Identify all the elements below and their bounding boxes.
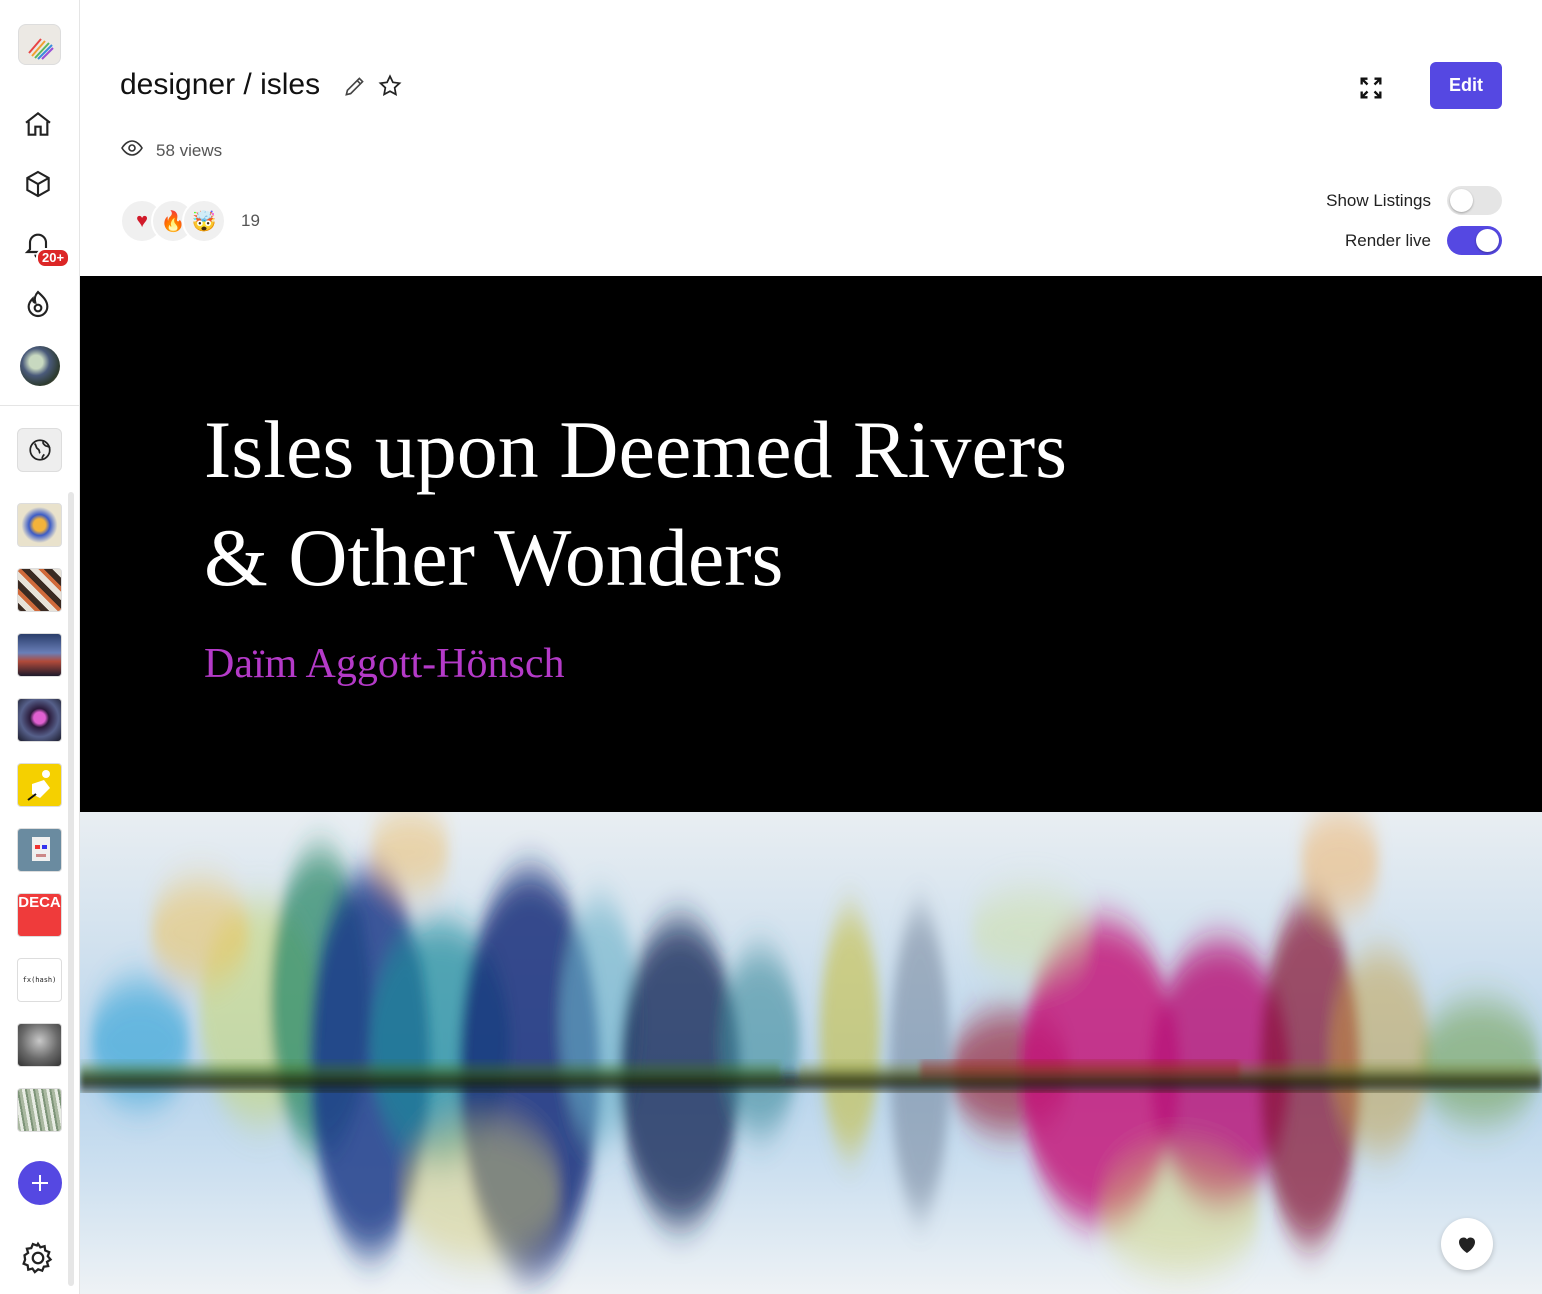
project-thumbnail-fxhash[interactable]: fx(hash)	[17, 958, 62, 1002]
artwork-title-line-2: & Other Wonders	[204, 512, 784, 603]
deca-thumbnail-label: DECA	[18, 894, 61, 911]
views-label: 58 views	[156, 140, 223, 160]
render-live-toggle[interactable]	[1447, 226, 1502, 255]
artwork-title: Isles upon Deemed Rivers & Other Wonders	[204, 396, 1304, 612]
artwork-canvas[interactable]	[80, 812, 1542, 1294]
project-thumbnail-pattern[interactable]	[17, 568, 62, 612]
flame-icon[interactable]	[20, 286, 56, 322]
project-thumbnail-portrait[interactable]	[17, 698, 62, 742]
fxhash-thumbnail-label: fx(hash)	[22, 976, 57, 984]
reaction-count: 19	[241, 211, 260, 230]
sidebar-scrollbar[interactable]	[68, 492, 74, 1286]
home-icon[interactable]	[20, 106, 56, 142]
show-listings-toggle[interactable]	[1447, 186, 1502, 215]
plus-icon	[32, 1175, 48, 1191]
add-project-button[interactable]	[18, 1161, 62, 1205]
render-live-row: Render live	[1345, 226, 1502, 255]
cube-icon[interactable]	[20, 166, 56, 202]
project-thumbnail-deca[interactable]: DECA	[17, 893, 62, 937]
eye-icon	[120, 136, 144, 165]
view-count: 58 views	[120, 136, 222, 165]
artwork-author: Daïm Aggott-Hönsch	[204, 641, 565, 687]
sidebar-divider	[0, 405, 80, 406]
render-live-label: Render live	[1345, 230, 1431, 250]
sketch-title: designer / isles	[120, 68, 321, 101]
settings-gear-icon[interactable]	[19, 1239, 57, 1277]
project-thumbnail-forest[interactable]	[17, 1088, 62, 1132]
edit-button[interactable]: Edit	[1430, 62, 1502, 109]
project-thumbnail-mountain[interactable]	[17, 633, 62, 677]
mind-blown-reaction[interactable]: 🤯	[182, 199, 226, 243]
show-listings-label: Show Listings	[1326, 190, 1431, 210]
project-thumbnail-figure[interactable]	[17, 763, 62, 807]
user-avatar[interactable]	[20, 346, 60, 386]
project-thumbnail-cube[interactable]	[17, 503, 62, 547]
rename-pencil-icon[interactable]	[342, 73, 368, 104]
notification-badge: 20+	[36, 248, 71, 268]
artwork-title-line-1: Isles upon Deemed Rivers	[204, 404, 1068, 495]
fullscreen-expand-icon[interactable]	[1357, 74, 1385, 107]
sidebar: 20+ DECA fx(hash)	[0, 0, 80, 1294]
project-thumbnail-cloud[interactable]	[17, 1023, 62, 1067]
like-heart-button[interactable]	[1441, 1218, 1493, 1270]
globe-icon[interactable]	[17, 428, 62, 472]
project-thumbnail-pixel-face[interactable]	[17, 828, 62, 872]
favorite-star-icon[interactable]	[377, 73, 403, 104]
artwork-title-panel: Isles upon Deemed Rivers & Other Wonders…	[80, 276, 1542, 812]
heart-icon	[1459, 1237, 1475, 1253]
show-listings-row: Show Listings	[1326, 186, 1502, 215]
app-logo[interactable]	[18, 24, 61, 65]
reactions-bar[interactable]: ♥ 🔥 🤯 19	[120, 199, 260, 243]
